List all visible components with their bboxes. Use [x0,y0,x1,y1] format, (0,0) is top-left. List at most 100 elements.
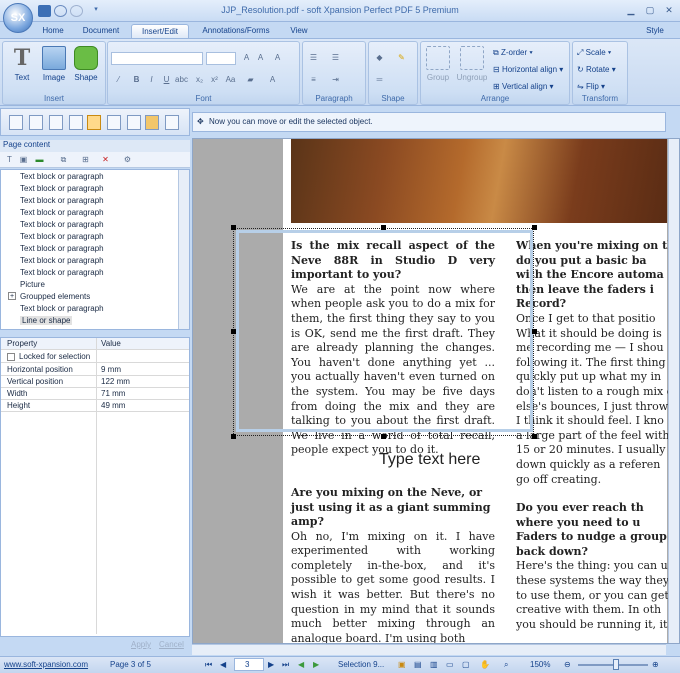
ungroup-button[interactable]: Ungroup [455,46,489,82]
strikethrough-icon[interactable]: abc [175,74,188,86]
text-tool-icon[interactable]: T [3,154,16,166]
resize-handle[interactable] [532,434,537,439]
resize-handle[interactable] [231,434,236,439]
layers-icon[interactable] [165,115,179,130]
tree-item[interactable]: Text block or paragraph [20,208,104,217]
tab-annotations-forms[interactable]: Annotations/Forms [196,24,276,38]
image-tool-icon[interactable]: ▣ [17,154,30,166]
insert-text-button[interactable]: T Text [7,46,37,82]
zoom-in-button[interactable]: ⊕ [652,660,659,669]
tree-item-group[interactable]: Groupped elements [20,292,90,301]
group-tool-icon[interactable]: ⊞ [79,154,92,166]
delete-icon[interactable]: ✕ [99,154,112,166]
indent-icon[interactable]: ⇥ [329,74,342,86]
page-number-input[interactable]: 3 [234,658,264,671]
shrink-font-icon[interactable]: A [254,52,267,64]
tree-scrollbar[interactable] [178,170,189,329]
two-pages-icon[interactable] [29,115,43,130]
align-left-icon[interactable]: ☰ [307,52,320,64]
next-page-icon[interactable]: ▶ [268,660,274,669]
case-icon[interactable]: Aa [224,74,237,86]
properties-icon[interactable]: ⚙ [121,154,134,166]
group-button[interactable]: Group [423,46,453,82]
last-page-icon[interactable]: ⏭ [282,660,289,670]
tab-home[interactable]: Home [38,24,68,38]
tree-item[interactable]: Text block or paragraph [20,220,104,229]
tree-item[interactable]: Text block or paragraph [20,172,104,181]
thumbnails-icon[interactable] [69,115,83,130]
italic-icon[interactable]: I [145,74,158,86]
flip-button[interactable]: ⇋ Flip ▾ [577,82,605,91]
subscript-icon[interactable]: x₂ [193,74,206,86]
apply-button[interactable]: Apply [131,640,151,649]
application-menu-button[interactable]: SX [3,3,33,33]
fit-page-icon[interactable]: ▢ [462,660,470,669]
tree-item[interactable]: Text block or paragraph [20,268,104,277]
property-value[interactable]: 9 mm [101,365,121,374]
tree-item[interactable]: Text block or paragraph [20,184,104,193]
rotate-button[interactable]: ↻ Rotate ▾ [577,65,616,74]
fill-color-icon[interactable]: ◆ [373,52,386,64]
zoom-slider-thumb[interactable] [613,659,619,670]
tree-expand-icon[interactable]: + [8,292,16,300]
property-value[interactable]: 49 mm [101,401,125,410]
align-center-icon[interactable]: ☰ [329,52,342,64]
resize-handle[interactable] [381,225,386,230]
zoom-icon[interactable]: ⌕ [504,660,508,670]
cancel-button[interactable]: Cancel [159,640,184,649]
website-link[interactable]: www.soft-xpansion.com [4,660,88,669]
tree-item[interactable]: Text block or paragraph [20,232,104,241]
highlight-icon[interactable]: ▰ [244,74,257,86]
selected-shape[interactable] [236,230,533,432]
superscript-font-icon[interactable]: A [271,52,284,64]
shape-tool-icon[interactable]: ▬ [33,154,46,166]
attachments-icon[interactable] [107,115,121,130]
resize-handle[interactable] [231,329,236,334]
tab-document[interactable]: Document [78,24,124,38]
zoom-level[interactable]: 150% [530,660,550,669]
vertical-align-button[interactable]: ⊞ Vertical align ▾ [493,82,554,91]
maximize-button[interactable]: ▢ [641,3,659,17]
style-menu[interactable]: Style [640,24,670,38]
line-color-icon[interactable]: ✎ [395,52,408,64]
z-order-button[interactable]: ⧉ Z-order ▾ [493,48,533,58]
tree-item[interactable]: Text block or paragraph [20,304,104,313]
insert-shape-button[interactable]: Shape [71,46,101,82]
tree-item[interactable]: Picture [20,280,45,289]
insert-image-button[interactable]: Image [39,46,69,82]
grow-font-icon[interactable]: A [240,52,253,64]
resize-handle[interactable] [381,434,386,439]
line-style-icon[interactable]: ═ [373,74,386,86]
two-page-view-icon[interactable]: ▥ [430,660,438,669]
single-page-icon[interactable] [9,115,23,130]
first-page-icon[interactable]: ⏮ [205,660,212,670]
continuous-icon[interactable] [49,115,63,130]
type-text-placeholder[interactable]: Type text here [379,451,480,469]
tree-item[interactable]: Text block or paragraph [20,256,104,265]
bold-icon[interactable]: B [130,74,143,86]
resize-handle[interactable] [231,225,236,230]
property-value[interactable]: 122 mm [101,377,130,386]
tree-item-selected[interactable]: Line or shape [20,316,73,325]
minimize-button[interactable]: ▁ [622,3,640,17]
tree-item[interactable]: Text block or paragraph [20,196,104,205]
forward-icon[interactable]: ▶ [313,660,319,669]
zoom-out-button[interactable]: ⊖ [564,660,571,669]
horizontal-align-button[interactable]: ⊟ Horizontal align ▾ [493,65,563,74]
resize-handle[interactable] [532,329,537,334]
hand-tool-icon[interactable]: ✋ [480,660,490,669]
property-value[interactable]: 71 mm [101,389,125,398]
font-size-combo[interactable] [206,52,236,65]
font-color-icon[interactable]: A [266,74,279,86]
prev-page-icon[interactable]: ◀ [220,660,226,669]
tab-insert-edit[interactable]: Insert/Edit [131,24,189,38]
single-page-view-icon[interactable]: ▣ [398,660,406,669]
superscript-icon[interactable]: x² [208,74,221,86]
copy-icon[interactable]: ⧉ [57,154,70,166]
page-content-icon[interactable] [87,115,101,130]
page-photo[interactable] [291,139,667,223]
fit-width-icon[interactable]: ▭ [446,660,454,669]
font-family-combo[interactable] [111,52,203,65]
locked-checkbox[interactable] [7,353,15,361]
right-column[interactable]: When you're mixing on th do you put a ba… [516,239,676,632]
